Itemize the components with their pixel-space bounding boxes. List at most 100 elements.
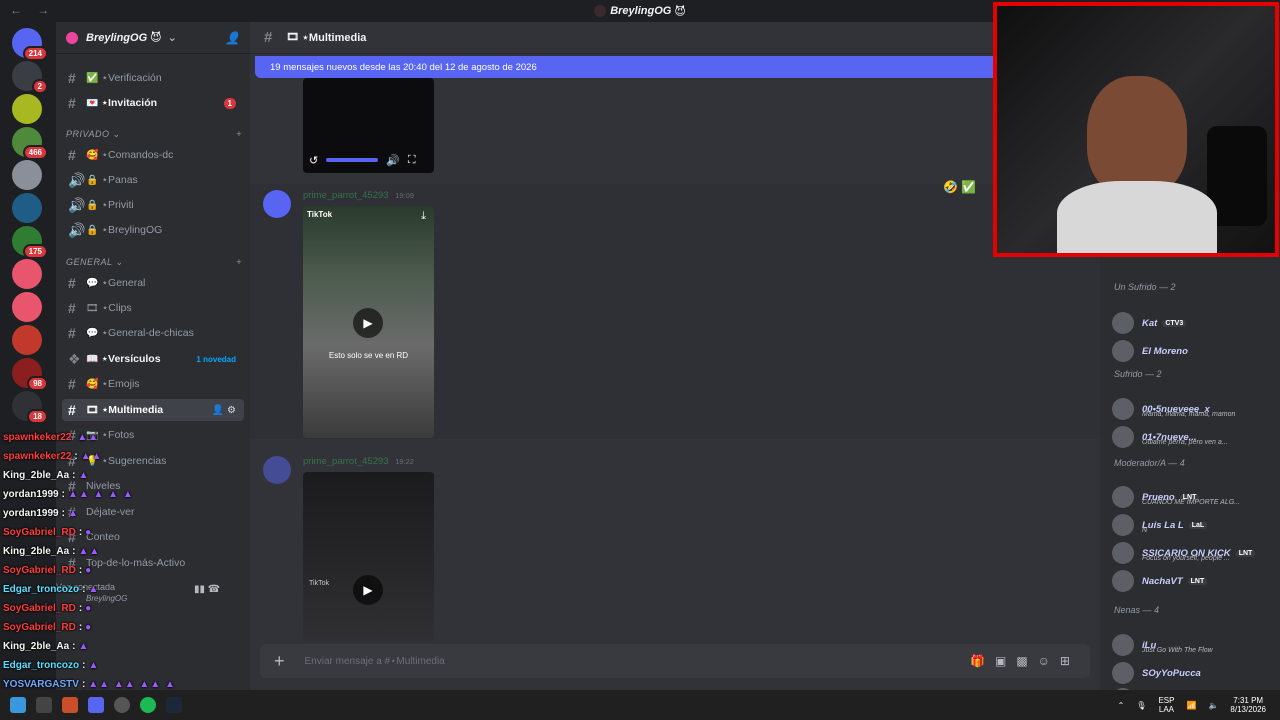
clock[interactable]: 7:31 PM 8/13/2026 (1230, 696, 1266, 714)
chevron-down-icon: ⌄ (115, 257, 124, 267)
member-tag: LaL (1188, 521, 1208, 529)
category-label: PRIVADO (66, 129, 110, 139)
add-channel-icon[interactable]: + (236, 257, 242, 268)
category-privado[interactable]: PRIVADO ⌄ + (66, 129, 242, 140)
server-icon[interactable] (12, 325, 42, 355)
chat-username: Edgar_troncozo (3, 660, 80, 671)
server-icon[interactable]: 466 (12, 127, 48, 160)
taskbar-app-icon[interactable] (62, 697, 78, 713)
server-icon[interactable] (12, 160, 42, 190)
tiktok-video-1[interactable]: TikTok ⤓ ▶ Esto solo se ve en RD (303, 206, 434, 438)
reactions[interactable]: 🤣 ✅ (943, 180, 976, 194)
discord-taskbar-icon[interactable] (88, 697, 104, 713)
channel-comandos[interactable]: # 🥰 ⋆Comandos-dc (62, 144, 244, 166)
channel-label: ⋆Multimedia (101, 404, 164, 416)
download-icon[interactable]: ⤓ (421, 210, 426, 223)
channel-label: ⋆Panas (101, 174, 138, 186)
emoji-icon: 🥰 (86, 378, 99, 390)
channel-multimedia[interactable]: # 🎞 ⋆Multimedia 👤 ⚙ (62, 399, 244, 421)
guild-emoji: 😈 (150, 32, 162, 44)
server-icon[interactable] (12, 193, 42, 223)
message-author[interactable]: prime_parrot_45293 19:09 (303, 190, 414, 201)
server-icon[interactable] (12, 94, 42, 124)
guild-header[interactable]: BreylingOG 😈 ⌄ 👤 (56, 22, 250, 54)
volume-icon[interactable]: 🔈 (1208, 701, 1218, 710)
video-player-1[interactable]: ↺ 🔊 ⛶ (303, 78, 434, 173)
channel-versiculos[interactable]: ❖ 📖 ⋆Versículos 1 novedad (62, 348, 244, 370)
lang-1: ESP (1158, 696, 1175, 705)
member-status: Odiame perra, pero ven a... (1142, 439, 1228, 446)
nav-arrows[interactable]: ← → (10, 3, 55, 17)
chat-username: yordan1999 (3, 489, 59, 500)
film-emoji-icon: 🎞 (86, 302, 99, 314)
member-row[interactable]: El Moreno (1112, 338, 1276, 364)
channel-priviti[interactable]: 🔊 🔒 ⋆Priviti (62, 194, 244, 216)
discord-avatar[interactable] (263, 190, 291, 218)
replay-icon[interactable]: ↺ (309, 154, 318, 167)
language-indicator[interactable]: ESP LAA (1158, 696, 1174, 714)
channel-label: ⋆Priviti (101, 199, 134, 211)
member-avatar (1112, 312, 1134, 334)
member-row[interactable]: 00•5nueveee_x Mama, mama, mama, mamon (1112, 396, 1276, 422)
member-avatar (1112, 542, 1134, 564)
channel-settings-icons[interactable]: 👤 ⚙ (212, 405, 236, 416)
channel-panas[interactable]: 🔊 🔒 ⋆Panas (62, 169, 244, 191)
streamer-shirt (1057, 181, 1217, 253)
server-icon[interactable]: 18 (12, 391, 48, 424)
channel-breylingog[interactable]: 🔊 🔒 ⋆BreylingOG (62, 219, 244, 241)
server-icon[interactable] (12, 292, 42, 322)
video-controls: ↺ 🔊 ⛶ (303, 147, 434, 173)
chat-message: : (72, 546, 76, 557)
member-row[interactable]: SOyYoPucca (1112, 660, 1276, 686)
member-row[interactable]: NachaVT LNT (1112, 568, 1276, 594)
member-row[interactable]: Luis La L LaL N (1112, 512, 1276, 538)
member-row[interactable]: Prueno LNT CUANDO ME IMPORTE ALG... (1112, 484, 1276, 510)
stream-chat-line: yordan1999: ▲▲ ▲ ▲ ▲ (3, 489, 134, 500)
fullscreen-icon[interactable]: ⛶ (408, 154, 416, 167)
new-messages-bar[interactable]: 19 mensajes nuevos desde las 20:40 del 1… (255, 56, 1095, 78)
channel-clips[interactable]: # 🎞 ⋆Clips (62, 297, 244, 319)
system-tray: ⌃ 🎙 ESP LAA 📶 🔈 7:31 PM 8/13/2026 (1118, 696, 1266, 714)
composer-tool-icons[interactable]: 🎁▣▩☺⊞ (970, 654, 1080, 668)
channel-label: ⋆Invitación (101, 97, 158, 109)
server-icon[interactable] (12, 259, 42, 289)
channel-header: # 🎞 ⋆Multimedia (250, 22, 1100, 54)
channel-general-chicas[interactable]: # 💬 ⋆General-de-chicas (62, 322, 244, 344)
volume-icon[interactable]: 🔊 (386, 154, 400, 167)
member-row[interactable]: Kat CTV3 (1112, 310, 1276, 336)
clock-date: 8/13/2026 (1230, 705, 1266, 714)
chat-message: : (61, 508, 65, 519)
member-status: N (1142, 527, 1148, 534)
hash-icon: # (68, 275, 76, 291)
speech-emoji-icon: 💬 (86, 327, 99, 339)
member-row[interactable]: iLu Just Go With The Flow (1112, 632, 1276, 658)
mic-icon[interactable]: 🎙 (1136, 701, 1146, 710)
windows-start-icon[interactable] (10, 697, 26, 713)
server-icon[interactable]: 175 (12, 226, 48, 259)
channel-invitacion[interactable]: # 💌 ⋆Invitación 1 (62, 92, 244, 114)
steam-taskbar-icon[interactable] (166, 697, 182, 713)
server-icon[interactable]: 2 (12, 61, 48, 94)
volume-slider[interactable] (326, 158, 379, 162)
member-row[interactable]: SSICARIO ON KICK LNT Focus on yourself, pe… (1112, 540, 1276, 566)
spotify-taskbar-icon[interactable] (140, 697, 156, 713)
play-icon[interactable]: ▶ (353, 308, 383, 338)
stream-chat-line: SoyGabriel_RD: ● (3, 603, 92, 614)
category-general[interactable]: GENERAL ⌄ + (66, 257, 242, 268)
server-icon[interactable]: 214 (12, 28, 48, 61)
chevron-down-icon[interactable]: ⌄ (168, 31, 177, 44)
member-row[interactable]: 01•7nueve... Odiame perra, pero ven a... (1112, 424, 1276, 450)
taskbar-app-icon[interactable] (36, 697, 52, 713)
server-icon[interactable]: 98 (12, 358, 48, 391)
channel-label: ⋆General-de-chicas (101, 327, 194, 339)
channel-verificacion[interactable]: # ✅ ⋆Verificación (62, 67, 244, 89)
invite-user-icon[interactable]: 👤 (225, 31, 240, 45)
add-channel-icon[interactable]: + (236, 129, 242, 140)
channel-emojis[interactable]: # 🥰 ⋆Emojis (62, 373, 244, 395)
network-icon[interactable]: 📶 (1186, 701, 1196, 710)
channel-general[interactable]: # 💬 ⋆General (62, 272, 244, 294)
channel-label: ⋆Versículos (101, 353, 161, 365)
member-status: Mama, mama, mama, mamon (1142, 411, 1236, 418)
tray-chevron-icon[interactable]: ⌃ (1118, 701, 1125, 710)
obs-taskbar-icon[interactable] (114, 697, 130, 713)
